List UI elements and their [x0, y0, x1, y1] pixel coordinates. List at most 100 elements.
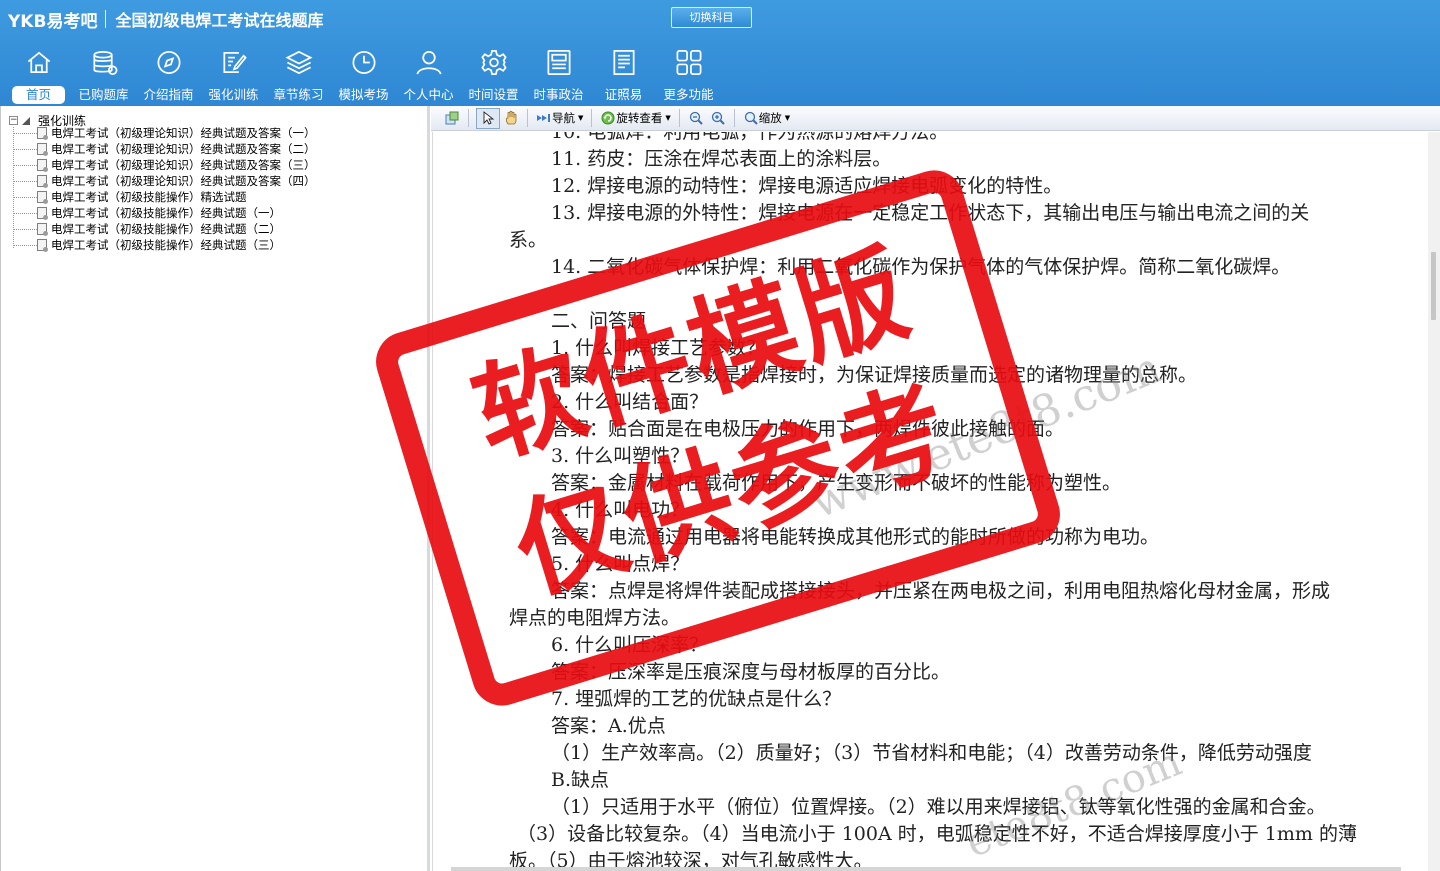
document-icon: [37, 127, 48, 140]
user-icon: [416, 50, 441, 75]
nav-label: 介绍指南: [143, 87, 194, 102]
nav-label: 时事政治: [533, 87, 584, 102]
folder-arrow-icon: [22, 116, 30, 125]
tree-item-label: 电焊工考试（初级技能操作）精选试题: [51, 190, 247, 204]
nav-time-settings[interactable]: 时间设置: [461, 44, 526, 104]
tree-item[interactable]: 电焊工考试（初级理论知识）经典试题及答案（四）: [13, 173, 316, 189]
tree-branch: [13, 148, 37, 150]
dropdown-arrow-icon: ▼: [665, 114, 671, 122]
document-icon: [37, 191, 48, 204]
tree-item[interactable]: 电焊工考试（初级理论知识）经典试题及答案（一）: [13, 125, 316, 141]
document-icon: [37, 223, 48, 236]
doc-line: （3）设备比较复杂。（4）当电流小于 100A 时，电弧稳定性不好，不适合焊接厚…: [517, 823, 1357, 845]
nav-purchased-banks[interactable]: 已购题库: [71, 44, 136, 104]
toolbar-separator: [678, 109, 680, 127]
doc-line: 答案：电流通过用电器将电能转换成其他形式的能时所做的功称为电功。: [551, 526, 1160, 548]
nav-home[interactable]: 首页: [6, 44, 71, 104]
doc-line: 14. 二氧化碳气体保护焊：利用二氧化碳作为保护气体的气体保护焊。简称二氧化碳焊…: [551, 256, 1291, 278]
nav-label: 更多功能: [663, 87, 714, 102]
compass-icon: [156, 50, 181, 75]
select-tool-button[interactable]: [476, 107, 500, 129]
database-icon: [92, 50, 117, 75]
doc-line: 答案：金属材料在载荷作用下，产生变形而不破坏的性能称为塑性。: [551, 472, 1122, 494]
nav-profile[interactable]: 个人中心: [396, 44, 461, 104]
nav-certificate[interactable]: 证照易: [591, 44, 656, 104]
document-page[interactable]: 10. 电弧焊：利用电弧，作为热源的熔焊方法。 11. 药皮：压涂在焊芯表面上的…: [432, 132, 1428, 871]
brand-divider: [105, 10, 107, 28]
tree-item[interactable]: 电焊工考试（初级理论知识）经典试题及答案（三）: [13, 157, 316, 173]
nav-label: 证照易: [604, 87, 643, 102]
nav-more[interactable]: 更多功能: [656, 44, 721, 104]
gear-icon: [480, 50, 507, 75]
tree-item[interactable]: 电焊工考试（初级技能操作）经典试题（二）: [13, 221, 316, 237]
toolbar-separator: [468, 109, 469, 127]
zoom-out-button[interactable]: [685, 108, 707, 129]
tree-branch: [13, 196, 37, 198]
tree-branch: [13, 212, 37, 214]
nav-label: 章节练习: [273, 87, 324, 102]
tree-branch: [13, 132, 37, 134]
navigate-icon: [537, 114, 550, 122]
pan-tool-button[interactable]: [500, 108, 522, 129]
nav-intensive[interactable]: 强化训练: [201, 44, 266, 104]
tree-item-label: 电焊工考试（初级技能操作）经典试题（二）: [51, 222, 281, 236]
toolbar-separator: [591, 109, 593, 127]
navigate-button[interactable]: 导航 ▼: [533, 108, 586, 129]
tree-item-label: 电焊工考试（初级技能操作）经典试题（三）: [51, 238, 281, 252]
tree-item[interactable]: 电焊工考试（初级技能操作）经典试题（一）: [13, 205, 316, 221]
nav-label: 首页: [11, 86, 65, 104]
app-header: YKB易考吧 全国初级电焊工考试在线题库 切换科目 首页 已购题库 介绍指南 强…: [0, 0, 1440, 106]
nav-current-affairs[interactable]: 时事政治: [526, 44, 591, 104]
doc-line: 13. 焊接电源的外特性：焊接电源在一定稳定工作状态下，其输出电压与输出电流之间…: [551, 202, 1310, 224]
magnifier-icon: [744, 111, 758, 125]
edit-icon: [222, 51, 247, 74]
tree-item-label: 电焊工考试（初级理论知识）经典试题及答案（一）: [51, 126, 316, 140]
tree-item-label: 电焊工考试（初级理论知识）经典试题及答案（二）: [51, 142, 316, 156]
collapse-toggle[interactable]: −: [9, 116, 18, 125]
zoom-in-button[interactable]: [707, 108, 729, 129]
tree-branch: [13, 228, 37, 230]
doc-line: 3. 什么叫塑性？: [551, 445, 690, 467]
tree-item[interactable]: 电焊工考试（初级理论知识）经典试题及答案（二）: [13, 141, 316, 157]
thumbnail-icon: [445, 111, 459, 125]
nav-guide[interactable]: 介绍指南: [136, 44, 201, 104]
document-icon: [37, 175, 48, 188]
document-viewer: 导航 ▼ 旋转查看 ▼ 缩放 ▼ 10. 电弧焊：利用电弧，作为热源的熔焊方法。 11…: [431, 106, 1440, 871]
dropdown-arrow-icon: ▼: [578, 114, 584, 122]
exam-tree-panel: − 强化训练 电焊工考试（初级理论知识）经典试题及答案（一） 电焊工考试（初级理…: [0, 106, 430, 871]
brand: YKB易考吧 全国初级电焊工考试在线题库: [8, 6, 323, 32]
tree-branch: [13, 244, 37, 246]
document-icon: [37, 159, 48, 172]
doc-line: 答案：压深率是压痕深度与母材板厚的百分比。: [551, 661, 951, 683]
doc-line: 答案：点焊是将焊件装配成搭接接头，并压紧在两电极之间，利用电阻热熔化母材金属，形…: [551, 580, 1331, 602]
hand-icon: [505, 110, 517, 125]
thumbnail-button[interactable]: [441, 108, 463, 129]
vertical-scrollbar[interactable]: [1428, 132, 1440, 871]
doc-line: （1）只适用于水平（俯位）位置焊接。（2）难以用来焊接铝、钛等氧化性强的金属和合…: [551, 796, 1326, 818]
rotate-icon: [601, 111, 615, 125]
doc-line: 11. 药皮：压涂在焊芯表面上的涂料层。: [551, 148, 892, 170]
tree-item[interactable]: 电焊工考试（初级技能操作）精选试题: [13, 189, 316, 205]
document-icon: [37, 143, 48, 156]
scroll-thumb[interactable]: [1431, 252, 1436, 320]
tree-item-label: 电焊工考试（初级理论知识）经典试题及答案（四）: [51, 174, 316, 188]
grid-icon: [676, 50, 701, 75]
switch-subject-button[interactable]: 切换科目: [671, 7, 752, 28]
tree-items: 电焊工考试（初级理论知识）经典试题及答案（一） 电焊工考试（初级理论知识）经典试…: [13, 125, 316, 253]
toolbar-separator: [527, 109, 528, 127]
zoom-in-icon: [711, 111, 725, 125]
layers-icon: [284, 50, 313, 75]
zoom-menu-button[interactable]: 缩放 ▼: [740, 108, 793, 129]
doc-line: 5. 什么叫点焊？: [551, 553, 690, 575]
nav-chapter[interactable]: 章节练习: [266, 44, 331, 104]
home-icon: [27, 51, 50, 74]
tree-item[interactable]: 电焊工考试（初级技能操作）经典试题（三）: [13, 237, 316, 253]
nav-label: 个人中心: [403, 87, 454, 102]
nav-mock-exam[interactable]: 模拟考场: [331, 44, 396, 104]
rotate-view-button[interactable]: 旋转查看 ▼: [597, 108, 673, 129]
zoom-out-icon: [689, 111, 703, 125]
document-icon: [37, 207, 48, 220]
toolbar-separator: [733, 109, 735, 127]
nav-label: 强化训练: [208, 87, 259, 102]
horizontal-scrollbar[interactable]: [451, 867, 1401, 871]
